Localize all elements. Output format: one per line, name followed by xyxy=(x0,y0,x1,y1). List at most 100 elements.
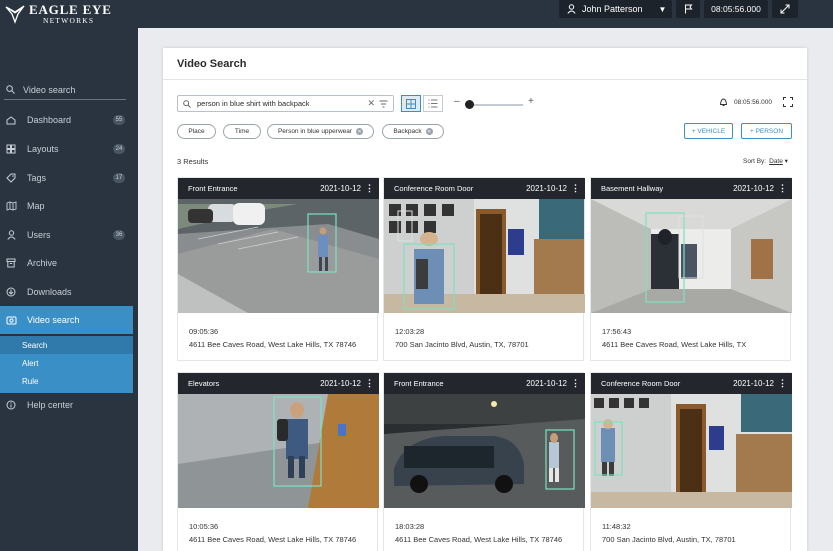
search-icon xyxy=(6,85,15,94)
filter-chip-place[interactable]: Place xyxy=(177,124,216,139)
zoom-slider-handle[interactable] xyxy=(465,100,474,109)
chevron-down-icon: ▼ xyxy=(658,4,667,14)
card-date: 2021-10-12 xyxy=(320,379,361,388)
results-count: 3 Results xyxy=(177,157,209,166)
search-input[interactable]: person in blue shirt with backpack ✕ xyxy=(177,95,394,112)
video-result-card[interactable]: Conference Room Door 2021-10-12 ⋮ xyxy=(383,177,585,361)
card-header: Elevators 2021-10-12 ⋮ xyxy=(178,373,379,394)
user-name: John Patterson xyxy=(582,4,643,14)
sidebar-item-label: Video search xyxy=(27,315,80,325)
video-result-card[interactable]: Front Entrance 2021-10-12 ⋮ 09:05:36 461… xyxy=(177,177,379,361)
filter-icon[interactable] xyxy=(379,100,388,108)
list-view-button[interactable] xyxy=(423,95,443,112)
search-query: person in blue shirt with backpack xyxy=(197,99,310,108)
more-options-icon[interactable]: ⋮ xyxy=(571,183,580,194)
count-badge: 36 xyxy=(113,230,125,240)
video-result-card[interactable]: Basement Hallway 2021-10-12 ⋮ 17:56:43 4… xyxy=(590,177,792,361)
video-search-submenu: Search Alert Rule xyxy=(0,336,133,393)
submenu-item-rule[interactable]: Rule xyxy=(0,372,133,390)
card-time: 17:56:43 xyxy=(602,327,632,336)
submenu-item-alert[interactable]: Alert xyxy=(0,354,133,372)
sidebar-search[interactable]: Video search xyxy=(4,80,126,100)
card-date: 2021-10-12 xyxy=(526,184,567,193)
clear-icon[interactable]: ✕ xyxy=(367,98,375,109)
video-search-panel: Video Search person in blue shirt with b… xyxy=(163,48,807,551)
sidebar-item-label: Layouts xyxy=(27,144,59,154)
user-icon xyxy=(567,4,576,14)
filter-chip-time[interactable]: Time xyxy=(223,124,261,139)
video-result-card[interactable]: Front Entrance 2021-10-12 ⋮ 18:03:28 461… xyxy=(383,372,585,551)
more-options-icon[interactable]: ⋮ xyxy=(365,378,374,389)
video-search-icon xyxy=(5,315,17,325)
sidebar-item-label: Downloads xyxy=(27,287,72,297)
camera-name: Conference Room Door xyxy=(601,379,681,388)
close-icon[interactable]: ✕ xyxy=(356,128,364,135)
sidebar-item-downloads[interactable]: Downloads xyxy=(0,282,133,302)
video-thumbnail[interactable] xyxy=(384,199,585,313)
more-options-icon[interactable]: ⋮ xyxy=(778,378,787,389)
chip-label: Person in blue upperwear xyxy=(277,128,353,135)
sort-control[interactable]: Sort By: Date ▾ xyxy=(743,157,788,165)
tag-icon xyxy=(5,173,17,183)
expand-icon xyxy=(780,4,790,14)
video-thumbnail[interactable] xyxy=(178,394,379,508)
zoom-in-icon[interactable]: + xyxy=(528,96,534,107)
user-menu-button[interactable]: John Patterson ▼ xyxy=(559,0,672,18)
fullscreen-icon[interactable] xyxy=(783,97,793,107)
camera-name: Elevators xyxy=(188,379,220,388)
card-date: 2021-10-12 xyxy=(526,379,567,388)
video-thumbnail[interactable] xyxy=(591,199,792,313)
playback-time: 08:05:56.000 xyxy=(734,99,772,106)
flag-icon xyxy=(684,4,692,14)
submenu-item-search[interactable]: Search xyxy=(0,336,133,354)
video-thumbnail[interactable] xyxy=(384,394,585,508)
card-time: 11:48:32 xyxy=(602,522,631,531)
camera-name: Front Entrance xyxy=(394,379,444,388)
sidebar-item-label: Map xyxy=(27,201,45,211)
chevron-down-icon: ▾ xyxy=(784,158,788,165)
filter-chip-backpack[interactable]: Backpack ✕ xyxy=(382,124,444,139)
sidebar-item-map[interactable]: Map xyxy=(0,196,133,216)
video-result-card[interactable]: Elevators 2021-10-12 ⋮ 10:05:36 4611 Bee… xyxy=(177,372,379,551)
camera-name: Basement Hallway xyxy=(601,184,664,193)
logo-main-text: EAGLE EYE xyxy=(29,2,112,17)
add-person-button[interactable]: + PERSON xyxy=(741,123,792,139)
more-options-icon[interactable]: ⋮ xyxy=(571,378,580,389)
sidebar-item-archive[interactable]: Archive xyxy=(0,253,133,273)
card-date: 2021-10-12 xyxy=(733,379,774,388)
video-result-card[interactable]: Conference Room Door 2021-10-12 ⋮ xyxy=(590,372,792,551)
sidebar-item-tags[interactable]: Tags 17 xyxy=(0,168,133,188)
video-thumbnail[interactable] xyxy=(591,394,792,508)
card-address: 700 San Jacinto Blvd, Austin, TX, 78701 xyxy=(602,535,736,544)
map-icon xyxy=(5,201,17,211)
filter-chip-upperwear[interactable]: Person in blue upperwear ✕ xyxy=(267,124,374,139)
zoom-slider-track[interactable] xyxy=(467,104,523,106)
more-options-icon[interactable]: ⋮ xyxy=(365,183,374,194)
flag-button[interactable] xyxy=(676,0,700,18)
sidebar-item-dashboard[interactable]: Dashboard 55 xyxy=(0,110,133,130)
list-icon xyxy=(428,99,438,108)
card-time: 12:03:28 xyxy=(395,327,425,336)
count-badge: 55 xyxy=(113,115,125,125)
camera-name: Conference Room Door xyxy=(394,184,474,193)
sidebar-item-video-search[interactable]: Video search xyxy=(0,306,133,334)
expand-button[interactable] xyxy=(772,0,798,18)
help-center-label: Help center xyxy=(27,400,74,410)
sidebar-item-users[interactable]: Users 36 xyxy=(0,225,133,245)
card-address: 4611 Bee Caves Road, West Lake Hills, TX… xyxy=(395,535,563,544)
video-thumbnail[interactable] xyxy=(178,199,379,313)
zoom-out-icon[interactable]: – xyxy=(454,96,460,107)
chip-label: Time xyxy=(234,128,250,135)
card-header: Front Entrance 2021-10-12 ⋮ xyxy=(384,373,585,394)
camera-name: Front Entrance xyxy=(188,184,238,193)
more-options-icon[interactable]: ⋮ xyxy=(778,183,787,194)
sidebar-item-label: Users xyxy=(27,230,51,240)
grid-view-button[interactable] xyxy=(401,95,421,112)
add-vehicle-button[interactable]: + VEHICLE xyxy=(684,123,733,139)
close-icon[interactable]: ✕ xyxy=(425,128,433,135)
sidebar-item-layouts[interactable]: Layouts 24 xyxy=(0,139,133,159)
bell-icon[interactable] xyxy=(719,97,728,107)
help-center-link[interactable]: Help center xyxy=(5,400,73,410)
card-address: 700 San Jacinto Blvd, Austin, TX, 78701 xyxy=(395,340,529,349)
card-header: Basement Hallway 2021-10-12 ⋮ xyxy=(591,178,792,199)
